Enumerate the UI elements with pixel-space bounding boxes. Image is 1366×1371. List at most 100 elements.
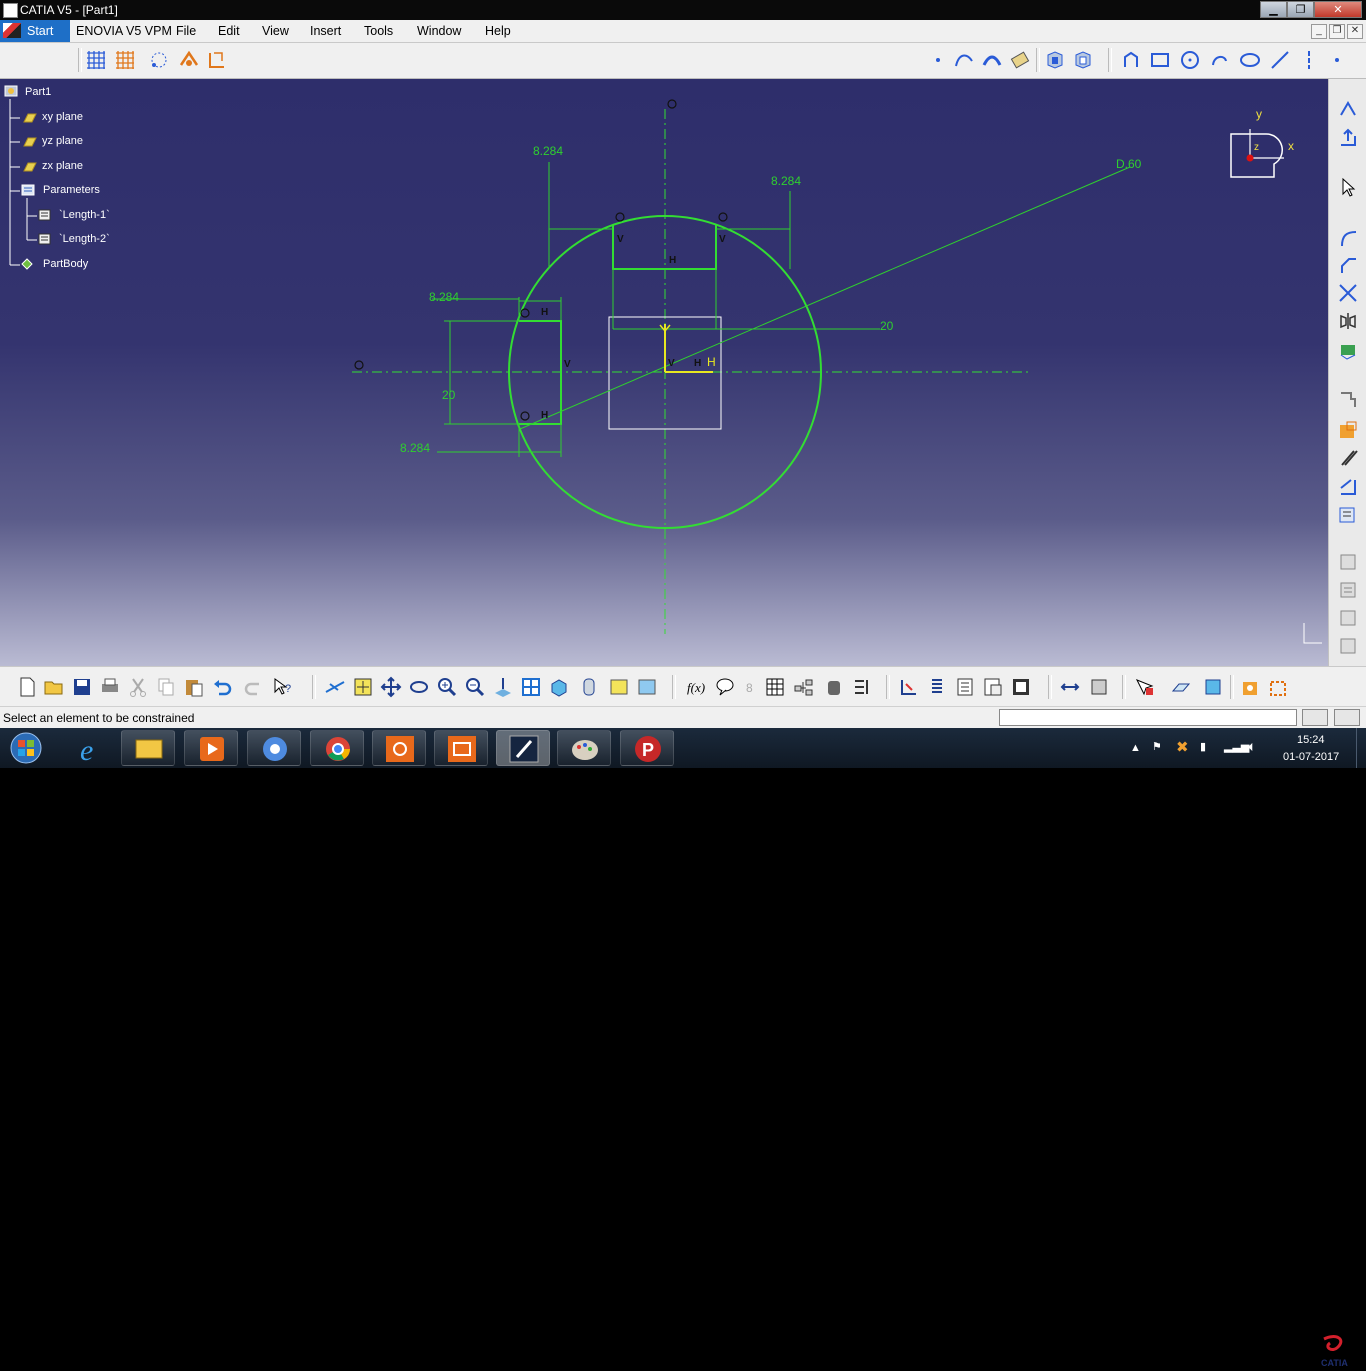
menu-file[interactable]: File (176, 24, 196, 38)
psiphon-icon[interactable]: P (620, 730, 674, 766)
command-button-2[interactable] (1334, 709, 1360, 726)
save-icon[interactable] (71, 676, 93, 698)
zoom-out-icon[interactable] (464, 676, 486, 698)
shading-icon[interactable] (578, 676, 600, 698)
geometric-constraints-icon[interactable] (178, 49, 200, 71)
redo-icon[interactable] (243, 676, 265, 698)
tray-app-icon[interactable]: ✖ (1176, 738, 1189, 756)
sketch-analysis-icon[interactable] (1337, 551, 1359, 573)
isometric-view-icon[interactable] (548, 676, 570, 698)
pocket-icon[interactable] (1072, 49, 1094, 71)
sketch-solving-icon[interactable] (1337, 579, 1359, 601)
media-player-icon[interactable] (184, 730, 238, 766)
dim-diameter[interactable]: D.60 (1116, 157, 1141, 171)
circle-icon[interactable] (1179, 49, 1201, 71)
windows-start-icon[interactable] (8, 731, 44, 765)
corner-icon[interactable] (1337, 227, 1359, 249)
sketch-plane-icon[interactable] (1170, 676, 1192, 698)
comment-icon[interactable] (714, 676, 736, 698)
command-input[interactable] (999, 709, 1297, 726)
internet-explorer-icon[interactable]: e (66, 730, 120, 767)
doc-minimize-button[interactable]: _ (1311, 24, 1327, 39)
list-icon[interactable] (926, 676, 948, 698)
profile-icon[interactable] (1009, 49, 1031, 71)
positioned-sketch-icon[interactable] (1202, 676, 1224, 698)
hide-show-icon[interactable] (608, 676, 630, 698)
catia-icon[interactable] (496, 730, 550, 766)
dim-right-20[interactable]: 20 (880, 319, 893, 333)
swap-visible-space-icon[interactable] (636, 676, 658, 698)
menu-tools[interactable]: Tools (364, 24, 393, 38)
select-icon[interactable] (1337, 176, 1359, 198)
visualization-icon[interactable] (1337, 635, 1359, 657)
material-icon[interactable] (824, 676, 846, 698)
pad-icon[interactable] (1044, 49, 1066, 71)
tray-network-icon[interactable]: ▮ (1200, 740, 1206, 753)
doc-close-button[interactable]: ✕ (1347, 24, 1363, 39)
axis-icon[interactable] (1298, 49, 1320, 71)
arc-icon[interactable] (1209, 49, 1231, 71)
chrome-icon[interactable] (310, 730, 364, 766)
whats-this-icon[interactable]: ? (271, 676, 293, 698)
apply-material-icon[interactable] (1134, 676, 1156, 698)
design-table-icon[interactable] (764, 676, 786, 698)
copy-icon[interactable] (155, 676, 177, 698)
menu-view[interactable]: View (262, 24, 289, 38)
screenshot-tool-icon[interactable] (372, 730, 426, 766)
command-button-1[interactable] (1302, 709, 1328, 726)
cutting-plane-icon[interactable] (1337, 607, 1359, 629)
rule-icon[interactable]: 8 (740, 676, 762, 698)
auto-constraint-icon[interactable] (1337, 447, 1359, 469)
camera-icon[interactable] (434, 730, 488, 766)
menu-help[interactable]: Help (485, 24, 511, 38)
close-window-button[interactable]: ✕ (1314, 1, 1362, 18)
catalog-icon[interactable] (954, 676, 976, 698)
print-icon[interactable] (99, 676, 121, 698)
project-3d-icon[interactable] (1337, 339, 1359, 361)
paste-icon[interactable] (183, 676, 205, 698)
construction-element-icon[interactable] (148, 49, 170, 71)
catalog-browser-icon[interactable] (982, 676, 1004, 698)
knowledge-inspector-icon[interactable] (793, 676, 815, 698)
trim-icon[interactable] (1337, 282, 1359, 304)
tray-signal-icon[interactable]: ▂▃▅ (1224, 740, 1249, 753)
dim-top-right[interactable]: 8.284 (771, 174, 801, 188)
exit-sketch-icon[interactable] (1337, 127, 1359, 149)
menu-edit[interactable]: Edit (218, 24, 240, 38)
constraint-icon[interactable] (1337, 389, 1359, 411)
dim-left-height[interactable]: 20 (442, 388, 455, 402)
sketch-options-icon[interactable] (898, 676, 920, 698)
render-icon[interactable] (1010, 676, 1032, 698)
snap-to-point-icon[interactable] (114, 49, 136, 71)
grid-icon[interactable] (85, 49, 107, 71)
maximize-window-button[interactable]: ❐ (1287, 1, 1314, 18)
formula-icon[interactable]: f(x) (686, 676, 708, 698)
start-menu-button[interactable]: Start (0, 20, 70, 42)
doc-restore-button[interactable]: ❐ (1329, 24, 1345, 39)
clock-date[interactable]: 01-07-2017 (1283, 751, 1339, 763)
measure-between-icon[interactable] (1059, 676, 1081, 698)
pan-icon[interactable] (380, 676, 402, 698)
view-constraint-icon[interactable] (1240, 676, 1262, 698)
rectangle-icon[interactable] (1149, 49, 1171, 71)
measure-item-icon[interactable] (1088, 676, 1110, 698)
open-file-icon[interactable] (43, 676, 65, 698)
contact-constraint-icon[interactable] (1337, 419, 1359, 441)
undo-icon[interactable] (211, 676, 233, 698)
edit-multi-constraint-icon[interactable] (1337, 504, 1359, 526)
dimensional-constraints-icon[interactable] (206, 49, 228, 71)
tray-expand-icon[interactable]: ▲ (1130, 742, 1141, 754)
chromium-icon[interactable] (247, 730, 301, 766)
rotate-icon[interactable] (408, 676, 430, 698)
paint-icon[interactable] (557, 730, 611, 766)
file-explorer-icon[interactable] (121, 730, 175, 766)
sketch-point-icon[interactable] (1326, 49, 1348, 71)
conic-icon[interactable] (981, 49, 1003, 71)
measure-icon[interactable] (852, 676, 874, 698)
menu-window[interactable]: Window (417, 24, 461, 38)
menu-enovia[interactable]: ENOVIA V5 VPM (76, 24, 172, 38)
spline-icon[interactable] (953, 49, 975, 71)
dim-left-bottom[interactable]: 8.284 (400, 441, 430, 455)
chamfer-icon[interactable] (1337, 254, 1359, 276)
menu-insert[interactable]: Insert (310, 24, 341, 38)
